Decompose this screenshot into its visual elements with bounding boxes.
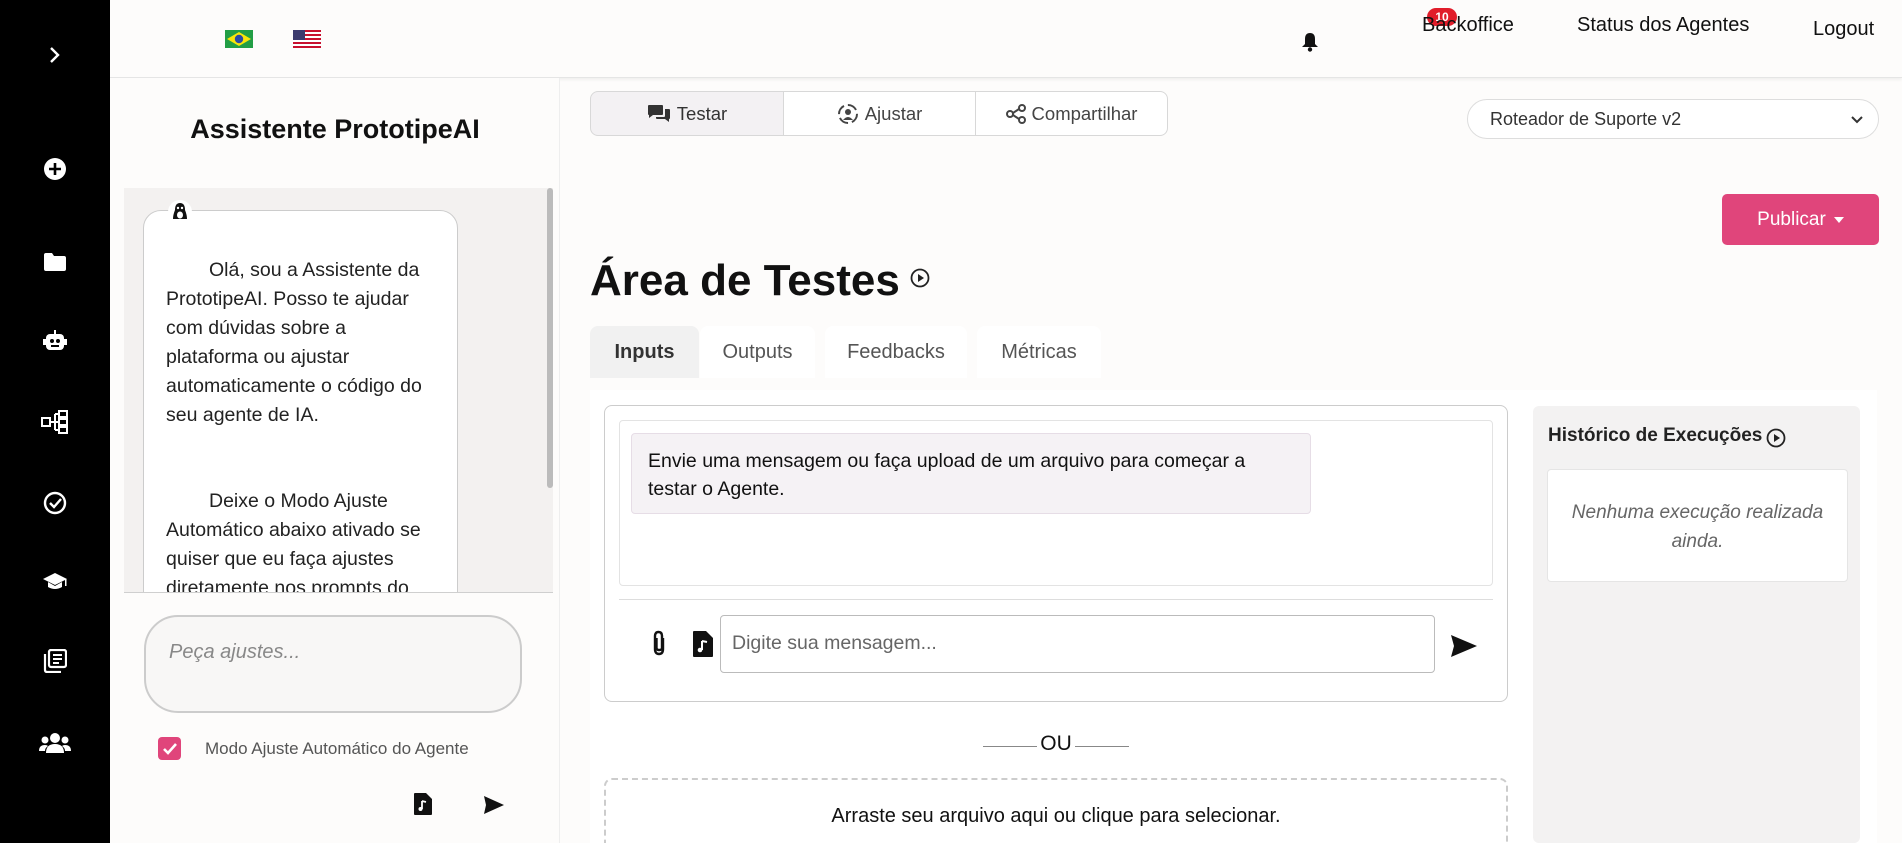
bell-icon	[1302, 33, 1318, 52]
notifications-button[interactable]	[1301, 32, 1319, 52]
rail-item-tests[interactable]	[0, 483, 110, 523]
attach-button[interactable]	[647, 630, 671, 658]
assistant-send-button[interactable]	[483, 795, 505, 815]
send-icon	[484, 796, 504, 814]
plus-circle-icon	[44, 158, 66, 180]
audio-upload-button[interactable]	[692, 630, 714, 658]
file-drop-zone[interactable]: Arraste seu arquivo aqui ou clique para …	[604, 778, 1508, 843]
agent-select-value: Roteador de Suporte v2	[1490, 109, 1682, 129]
history-empty-message: Nenhuma execução realizada ainda.	[1547, 469, 1848, 582]
send-icon	[1451, 635, 1477, 657]
title-video-button[interactable]	[910, 268, 930, 288]
assistant-message-bubble: Olá, sou a Assistente da PrototipeAI. Po…	[143, 210, 458, 593]
brazil-flag-icon	[225, 30, 253, 48]
system-message: Envie uma mensagem ou faça upload de um …	[631, 433, 1311, 514]
rail-item-new[interactable]	[0, 149, 110, 189]
audio-file-icon	[693, 631, 713, 657]
tab-testar-label: Testar	[676, 102, 728, 124]
rail-item-docs[interactable]	[0, 641, 110, 681]
assistant-message: Deixe o Modo Ajuste Automático abaixo at…	[166, 490, 421, 593]
assistant-audio-button[interactable]	[413, 792, 433, 816]
page-title: Área de Testes	[590, 256, 900, 305]
rail-item-team[interactable]	[0, 723, 110, 763]
publish-label: Publicar	[1757, 208, 1826, 230]
tab-metricas[interactable]: Métricas	[977, 326, 1101, 378]
folder-icon	[44, 253, 66, 271]
agent-select[interactable]: Roteador de Suporte v2	[1467, 99, 1879, 139]
play-circle-icon	[1766, 428, 1786, 448]
app-root: 10 Backoffice Status dos Agentes Logout …	[0, 0, 1902, 843]
logout-link[interactable]: Logout	[1813, 18, 1874, 41]
chevron-down-icon	[1851, 116, 1863, 124]
bot-avatar-icon	[168, 200, 192, 224]
check-icon	[162, 742, 177, 755]
history-video-button[interactable]	[1766, 428, 1786, 448]
rail-item-folders[interactable]	[0, 242, 110, 282]
tab-ajustar-label: Ajustar	[864, 102, 923, 124]
adjust-request-input[interactable]: Peça ajustes...	[144, 615, 522, 713]
tab-testar[interactable]: Testar	[590, 91, 784, 136]
chat-icon	[647, 104, 670, 122]
tab-feedbacks[interactable]: Feedbacks	[825, 326, 967, 378]
tab-compartilhar[interactable]: Compartilhar	[975, 91, 1168, 136]
share-icon	[1005, 103, 1026, 124]
tab-ajustar[interactable]: Ajustar	[783, 91, 976, 136]
workflow-icon	[41, 410, 68, 434]
users-icon	[39, 733, 71, 753]
graduation-cap-icon	[43, 573, 67, 589]
backoffice-link[interactable]: Backoffice	[1422, 14, 1514, 37]
publish-button[interactable]: Publicar	[1722, 194, 1879, 245]
rail-item-agents[interactable]	[0, 321, 110, 361]
chevron-right-icon	[50, 47, 60, 63]
send-message-button[interactable]	[1450, 634, 1478, 658]
assistant-message: Olá, sou a Assistente da PrototipeAI. Po…	[166, 259, 422, 426]
expand-rail-button[interactable]	[0, 35, 110, 75]
tab-compartilhar-label: Compartilhar	[1031, 102, 1138, 124]
or-text: OU	[1037, 732, 1075, 755]
message-input[interactable]: Digite sua mensagem...	[720, 615, 1435, 673]
tab-inputs[interactable]: Inputs	[590, 326, 699, 378]
auto-adjust-checkbox[interactable]	[158, 737, 181, 760]
language-en-button[interactable]	[293, 30, 321, 48]
bot-avatar	[167, 199, 193, 225]
play-circle-icon	[910, 268, 930, 288]
rail-item-learning[interactable]	[0, 562, 110, 602]
agents-status-link[interactable]: Status dos Agentes	[1577, 14, 1749, 37]
book-icon	[43, 649, 67, 673]
auto-adjust-label: Modo Ajuste Automático do Agente	[205, 739, 469, 758]
assistant-chat-area: Olá, sou a Assistente da PrototipeAI. Po…	[124, 188, 553, 593]
paperclip-icon	[653, 630, 665, 656]
us-flag-icon	[293, 30, 321, 48]
divider	[619, 599, 1493, 600]
side-rail	[0, 0, 110, 843]
check-circle-icon	[43, 491, 67, 515]
history-title: Histórico de Execuções	[1548, 425, 1763, 446]
caret-down-icon	[1833, 216, 1844, 223]
robot-icon	[43, 330, 67, 350]
rail-item-workflows[interactable]	[0, 402, 110, 442]
top-bar: 10 Backoffice Status dos Agentes Logout	[110, 0, 1902, 78]
tab-outputs[interactable]: Outputs	[700, 326, 815, 378]
assistant-title: Assistente PrototipeAI	[190, 114, 480, 144]
adjust-icon	[837, 103, 858, 124]
or-label: OU	[983, 732, 1129, 756]
language-pt-button[interactable]	[225, 30, 253, 48]
assistant-panel: Assistente PrototipeAI Olá, sou a Assist…	[110, 78, 560, 843]
chat-scrollbar[interactable]	[547, 188, 553, 488]
audio-file-icon	[414, 793, 432, 815]
